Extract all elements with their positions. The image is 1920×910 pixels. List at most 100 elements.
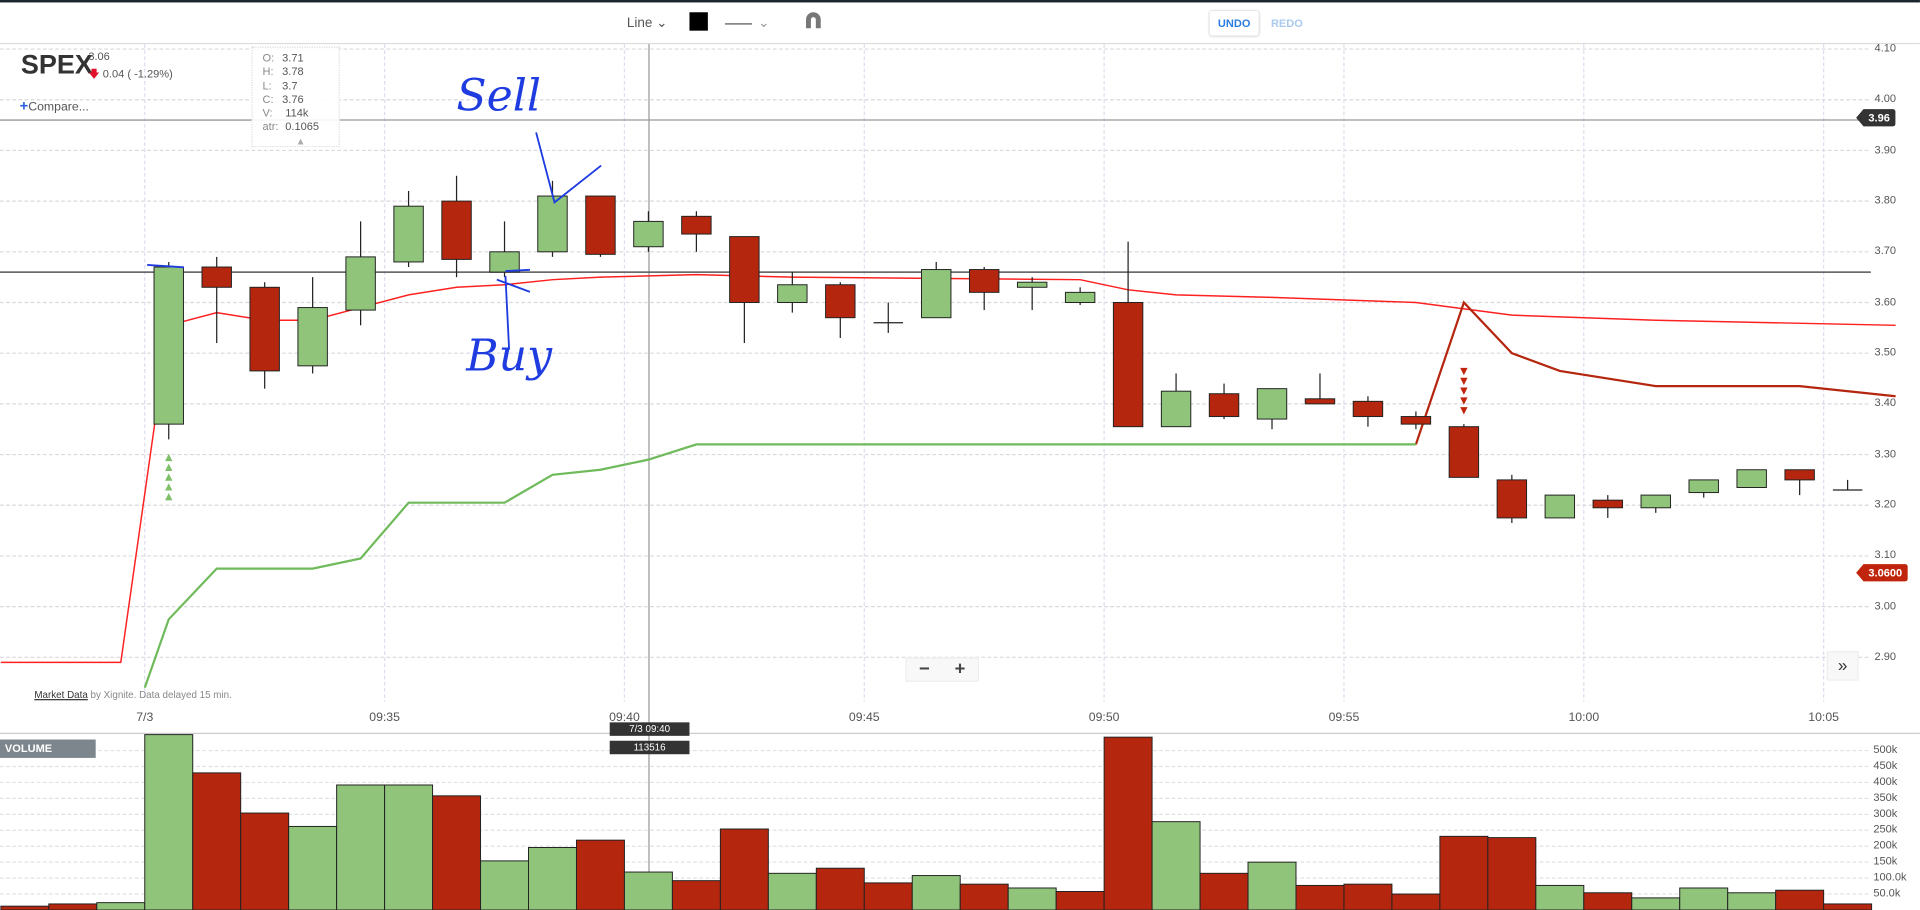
- candle-body: [249, 286, 280, 372]
- volume-axis-label: 250k: [1873, 822, 1898, 836]
- volume-bar: [0, 905, 50, 910]
- volume-bar: [528, 847, 577, 910]
- scroll-to-end-button[interactable]: »: [1826, 651, 1859, 681]
- volume-bar: [863, 882, 913, 910]
- volume-bar: [1247, 861, 1297, 910]
- volume-axis-label: 350k: [1873, 791, 1898, 804]
- volume-bar: [48, 903, 98, 910]
- sell-signal-arrow-icon: [1460, 367, 1468, 376]
- volume-bar: [1487, 837, 1537, 910]
- volume-bar: [1391, 893, 1441, 910]
- volume-axis-label: 50.0k: [1873, 886, 1901, 899]
- volume-bar: [959, 883, 1009, 910]
- candle-body: [1496, 479, 1528, 519]
- candle-body: [1016, 281, 1048, 288]
- volume-bar: [1631, 897, 1681, 910]
- volume-pane-label: VOLUME: [0, 739, 96, 758]
- candle-body: [1592, 499, 1623, 509]
- time-axis-label: 09:45: [848, 711, 880, 725]
- ohlc-close: 3.76: [282, 93, 304, 106]
- candle-body: [297, 307, 328, 367]
- price-axis-label: 4.00: [1874, 92, 1897, 105]
- time-axis-label: 7/3: [136, 711, 154, 725]
- time-axis-label: 09:35: [369, 711, 400, 725]
- candle-body: [345, 256, 376, 311]
- volume-bar: [1055, 891, 1105, 910]
- zoom-controls: − +: [905, 657, 979, 682]
- volume-axis-label: 500k: [1873, 743, 1898, 756]
- vwap-line: [0, 273, 1896, 664]
- candle-body: [537, 195, 568, 253]
- data-credit: Market Data by Xignite. Data delayed 15 …: [34, 689, 231, 700]
- annotation-sell: Sell: [456, 71, 542, 122]
- candle-body: [681, 215, 712, 235]
- buy-signal-arrow-icon: [165, 483, 173, 491]
- volume-bar: [623, 871, 673, 910]
- volume-bar: [336, 784, 386, 910]
- candle-body: [825, 284, 856, 319]
- candle-body: [777, 284, 808, 303]
- candle-body: [1160, 390, 1192, 428]
- time-axis-label: 10:00: [1568, 711, 1600, 725]
- volume-bar: [815, 867, 865, 910]
- candle-body: [585, 195, 616, 255]
- volume-bar: [144, 734, 194, 910]
- sell-signal-arrow-icon: [1460, 407, 1468, 415]
- volume-bar: [1295, 884, 1345, 910]
- volume-bar: [1727, 892, 1777, 910]
- price-axis-label: 3.40: [1874, 396, 1897, 409]
- ohlc-panel: O: 3.71 H: 3.78 L: 3.7 C: 3.76 V: 114k atr: …: [251, 46, 340, 149]
- candle-body: [1208, 393, 1240, 418]
- compare-label: Compare...: [28, 100, 89, 115]
- ohlc-high: 3.78: [282, 65, 304, 78]
- candle-body: [1064, 291, 1096, 303]
- price-axis-label: 2.90: [1874, 649, 1897, 663]
- market-data-link[interactable]: Market Data: [34, 689, 87, 700]
- candle-body: [1544, 494, 1576, 519]
- time-axis-label: 09:55: [1328, 711, 1360, 725]
- candle-body: [1448, 426, 1480, 478]
- candle-body: [633, 220, 664, 248]
- volume-bar: [1439, 835, 1489, 910]
- zoom-out-button[interactable]: −: [907, 659, 943, 681]
- volume-bar: [1199, 872, 1249, 910]
- volume-bar: [384, 784, 434, 910]
- volume-bar: [1103, 736, 1153, 910]
- volume-bar: [767, 872, 817, 910]
- collapse-caret-icon[interactable]: ▲: [263, 135, 339, 149]
- last-price-badge: 3.0600: [1856, 564, 1908, 582]
- compare-button[interactable]: +Compare...: [20, 97, 89, 114]
- volume-bar: [1775, 889, 1825, 910]
- volume-axis-label: 300k: [1873, 806, 1898, 820]
- price-change-value: 0.04 ( -1.29%): [102, 67, 173, 80]
- chart-app: Line ⌄ ⌄ UNDO REDO SPEX 3.06 🡇 0.04 ( -1…: [0, 0, 1920, 910]
- volume-axis-label: 400k: [1873, 775, 1898, 788]
- candle-body: [201, 266, 232, 288]
- volume-axis-label: 200k: [1873, 838, 1898, 852]
- candle-body: [1688, 479, 1719, 494]
- ticker-symbol: SPEX: [20, 49, 93, 80]
- annotation-buy: Buy: [466, 331, 553, 382]
- ohlc-low: 3.7: [282, 79, 298, 92]
- zoom-in-button[interactable]: +: [942, 659, 978, 681]
- line-value-badge: 3.96: [1856, 109, 1895, 127]
- ohlc-atr: 0.1065: [285, 120, 320, 134]
- time-axis-label: 09:50: [1088, 711, 1120, 725]
- candle-body: [1256, 388, 1288, 420]
- candle-body: [1640, 494, 1671, 509]
- volume-bar: [480, 860, 529, 910]
- price-axis-label: 3.00: [1874, 599, 1897, 612]
- volume-bar: [1007, 887, 1057, 910]
- candle-body: [968, 269, 1000, 293]
- candle-body: [441, 200, 472, 260]
- time-axis-label: 09:40: [609, 711, 640, 725]
- buy-signal-arrow-icon: [165, 493, 173, 501]
- candle-body: [1304, 398, 1336, 405]
- last-price: 3.06: [88, 50, 110, 63]
- candle-body: [1784, 469, 1815, 481]
- price-axis-label: 3.30: [1874, 447, 1897, 460]
- volume-bar: [288, 825, 338, 910]
- candle-body: [921, 269, 952, 319]
- credit-text: by Xignite. Data delayed 15 min.: [87, 689, 232, 701]
- ohlc-open: 3.71: [282, 51, 304, 64]
